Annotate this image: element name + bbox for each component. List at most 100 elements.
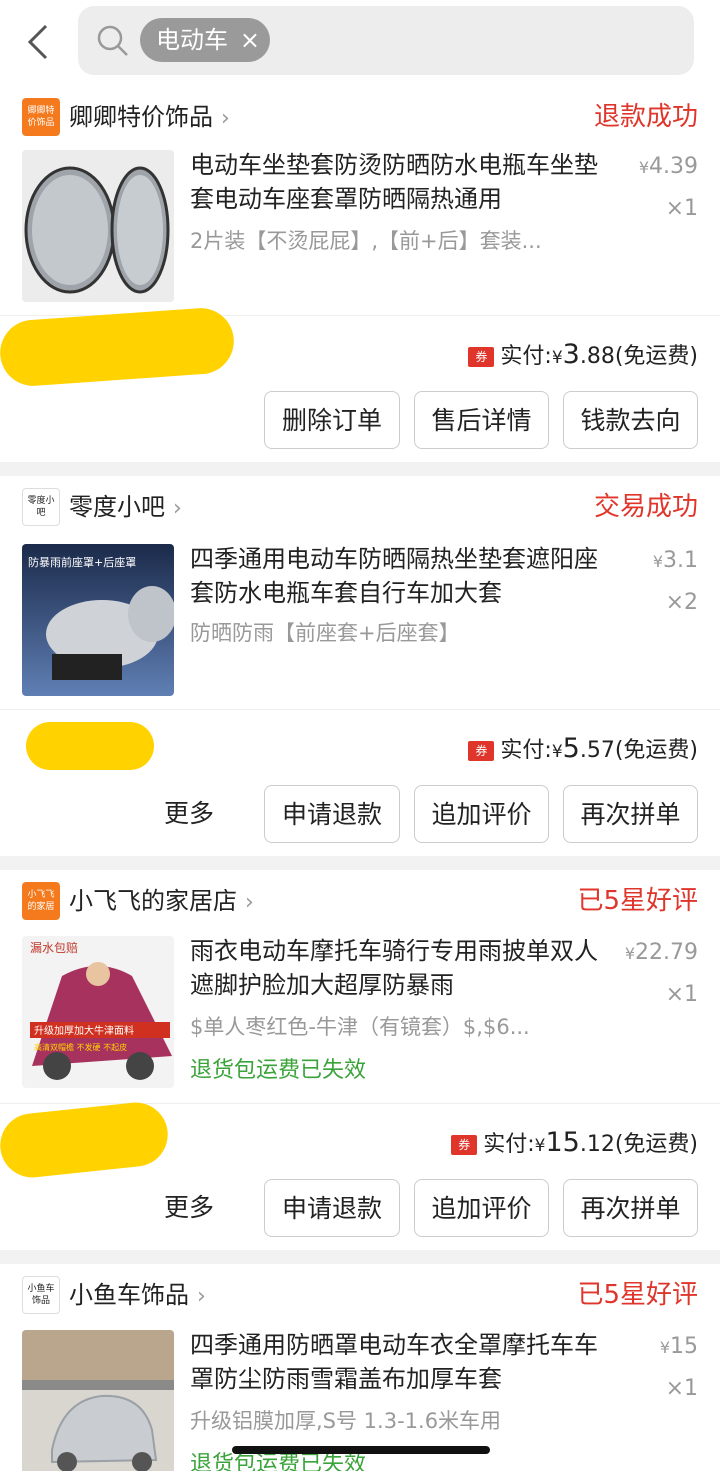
svg-text:漏水包赔: 漏水包赔 [30, 940, 78, 955]
order-card: 零度小吧 零度小吧 › 交易成功 防暴雨前座罩+后座罩 四季通用电动车防晒隔热坐垫… [0, 476, 720, 856]
refund-destination-button[interactable]: 钱款去向 [563, 391, 698, 449]
svg-text:防暴雨前座罩+后座罩: 防暴雨前座罩+后座罩 [28, 555, 136, 569]
shop-logo: 卿卿特价饰品 [22, 98, 60, 136]
unit-price: ¥4.39 [639, 154, 698, 179]
price-value: 3.1 [663, 548, 698, 573]
product-thumbnail[interactable]: 漏水包赔 升级加厚加大牛津面料 高清双帽檐 不发硬 不起皮 [22, 936, 174, 1088]
shop-row[interactable]: 小鱼车饰品 小鱼车饰品 › 已5星好评 [22, 1276, 698, 1316]
shop-name[interactable]: 小鱼车饰品 › [69, 1276, 206, 1316]
order-status: 已5星好评 [577, 886, 698, 916]
payment-summary: 券实付:¥5.57(免运费) [468, 732, 698, 764]
reorder-button[interactable]: 再次拼单 [563, 1179, 698, 1237]
shop-logo: 零度小吧 [22, 488, 60, 526]
chevron-right-icon: › [221, 106, 230, 131]
product-title[interactable]: 雨衣电动车摩托车骑行专用雨披单双人遮脚护脸加大超厚防暴雨 [190, 934, 610, 1002]
back-arrow-icon[interactable] [22, 22, 58, 62]
seat-cover-image [22, 150, 174, 302]
unit-price: ¥3.1 [653, 548, 698, 573]
shop-name[interactable]: 零度小吧 › [69, 488, 182, 528]
currency-symbol: ¥ [551, 348, 563, 368]
order-status: 已5星好评 [577, 1280, 698, 1310]
quantity: ×2 [665, 590, 698, 615]
raincoat-image: 漏水包赔 升级加厚加大牛津面料 高清双帽檐 不发硬 不起皮 [22, 936, 174, 1088]
order-status: 交易成功 [593, 492, 698, 522]
order-status: 退款成功 [593, 102, 698, 132]
currency-symbol: ¥ [551, 742, 563, 762]
unit-price: ¥22.79 [625, 940, 698, 965]
price-value: 22.79 [635, 940, 698, 965]
product-title[interactable]: 电动车坐垫套防烫防晒防水电瓶车坐垫套电动车座套罩防晒隔热通用 [190, 148, 610, 216]
shipping-note: (免运费) [614, 344, 698, 369]
quantity: ×1 [665, 196, 698, 221]
top-bar: 电动车 × [0, 0, 720, 86]
seat-cover-image: 防暴雨前座罩+后座罩 [22, 544, 174, 696]
order-card: 卿卿特价饰品 卿卿特价饰品 › 退款成功 电动车坐垫套防烫防晒防水电瓶车坐垫套电动… [0, 86, 720, 462]
more-button[interactable]: 更多 [164, 785, 214, 843]
currency-symbol: ¥ [659, 1338, 670, 1357]
home-indicator[interactable] [232, 1446, 490, 1454]
shop-name-text: 小鱼车饰品 [69, 1281, 189, 1309]
product-thumbnail[interactable] [22, 1330, 174, 1471]
delete-order-button[interactable]: 删除订单 [264, 391, 400, 449]
more-button[interactable]: 更多 [164, 1179, 214, 1237]
search-keyword: 电动车 [156, 26, 228, 54]
shop-name[interactable]: 卿卿特价饰品 › [69, 98, 230, 138]
currency-symbol: ¥ [638, 158, 650, 177]
add-review-button[interactable]: 追加评价 [414, 785, 549, 843]
pay-label: 实付: [500, 738, 552, 763]
payment-summary: 券实付:¥15.12(免运费) [451, 1126, 698, 1158]
product-thumbnail[interactable]: 防暴雨前座罩+后座罩 [22, 544, 174, 696]
shop-name[interactable]: 小飞飞的家居店 › [69, 882, 254, 922]
product-title[interactable]: 四季通用电动车防晒隔热坐垫套遮阳座套防水电瓶车套自行车加大套 [190, 542, 610, 610]
svg-text:升级加厚加大牛津面料: 升级加厚加大牛津面料 [34, 1024, 134, 1037]
pay-amount-int: 15 [545, 1127, 580, 1158]
car-cover-image [22, 1330, 174, 1471]
shop-row[interactable]: 卿卿特价饰品 卿卿特价饰品 › 退款成功 [22, 98, 698, 138]
request-refund-button[interactable]: 申请退款 [264, 785, 400, 843]
add-review-button[interactable]: 追加评价 [414, 1179, 549, 1237]
shop-name-text: 零度小吧 [69, 493, 165, 521]
product-sku: 2片装【不烫屁屁】,【前+后】套装... [190, 229, 542, 253]
coupon-icon: 券 [451, 1135, 478, 1155]
shipping-note: (免运费) [614, 1132, 698, 1157]
payment-summary: 券实付:¥3.88(免运费) [468, 338, 698, 370]
order-card: 小飞飞的家居 小飞飞的家居店 › 已5星好评 漏水包赔 升级加厚加大牛津面料 高清… [0, 870, 720, 1250]
request-refund-button[interactable]: 申请退款 [264, 1179, 400, 1237]
shop-name-text: 卿卿特价饰品 [69, 103, 213, 131]
product-thumbnail[interactable] [22, 150, 174, 302]
shop-logo: 小飞飞的家居 [22, 882, 60, 920]
shop-row[interactable]: 小飞飞的家居 小飞飞的家居店 › 已5星好评 [22, 882, 698, 922]
after-sales-button[interactable]: 售后详情 [414, 391, 549, 449]
divider [0, 709, 720, 710]
pay-label: 实付: [483, 1132, 535, 1157]
redacted-overlay [0, 305, 237, 389]
pay-amount-dec: .88 [579, 344, 615, 369]
coupon-icon: 券 [468, 741, 495, 761]
search-bar[interactable]: 电动车 × [78, 6, 694, 75]
price-value: 4.39 [649, 154, 698, 179]
shop-row[interactable]: 零度小吧 零度小吧 › 交易成功 [22, 488, 698, 528]
pay-amount-int: 3 [562, 339, 580, 370]
shop-name-text: 小飞飞的家居店 [69, 887, 237, 915]
price-value: 15 [670, 1334, 698, 1359]
unit-price: ¥15 [660, 1334, 698, 1359]
shop-logo: 小鱼车饰品 [22, 1276, 60, 1314]
divider [0, 1103, 720, 1104]
reorder-button[interactable]: 再次拼单 [563, 785, 698, 843]
shipping-note: (免运费) [614, 738, 698, 763]
quantity: ×1 [665, 1376, 698, 1401]
product-sku: $单人枣红色-牛津（有镜套）$,$6... [190, 1015, 530, 1039]
coupon-icon: 券 [468, 347, 495, 367]
redacted-overlay [0, 1099, 171, 1181]
clear-keyword-icon[interactable]: × [240, 18, 260, 62]
search-keyword-chip[interactable]: 电动车 × [140, 18, 270, 62]
pay-amount-dec: .12 [579, 1132, 615, 1157]
product-title[interactable]: 四季通用防晒罩电动车衣全罩摩托车车罩防尘防雨雪霜盖布加厚车套 [190, 1328, 610, 1396]
pay-amount-dec: .57 [579, 738, 615, 763]
currency-symbol: ¥ [534, 1136, 546, 1156]
svg-text:高清双帽檐 不发硬 不起皮: 高清双帽檐 不发硬 不起皮 [34, 1042, 127, 1052]
pay-label: 实付: [500, 344, 552, 369]
quantity: ×1 [665, 982, 698, 1007]
redacted-overlay [26, 722, 154, 770]
search-icon [97, 25, 128, 56]
